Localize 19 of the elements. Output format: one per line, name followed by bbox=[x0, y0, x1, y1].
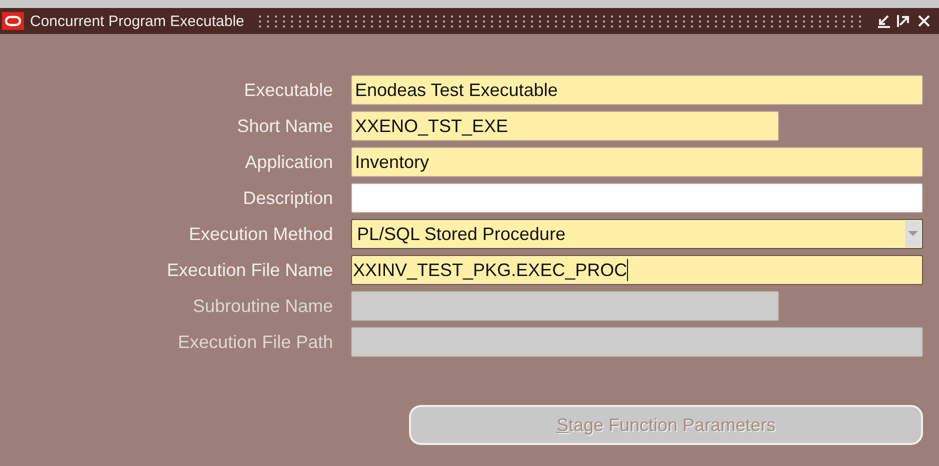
field-label: Subroutine Name bbox=[192, 295, 333, 318]
text-field[interactable] bbox=[351, 183, 923, 213]
text-field[interactable]: XXINV_TEST_PKG.EXEC_PROC bbox=[351, 255, 923, 285]
field-label: Execution File Name bbox=[166, 259, 333, 282]
oracle-logo-icon bbox=[2, 12, 24, 30]
maximize-icon[interactable] bbox=[897, 14, 911, 28]
field-label: Execution File Path bbox=[176, 331, 333, 354]
text-field[interactable]: Enodeas Test Executable bbox=[351, 75, 923, 105]
dropdown-field[interactable]: PL/SQL Stored Procedure bbox=[351, 219, 923, 249]
text-field[interactable]: Inventory bbox=[351, 147, 923, 177]
field-label: Application bbox=[244, 151, 333, 174]
close-icon[interactable] bbox=[917, 14, 931, 28]
window-title: Concurrent Program Executable bbox=[30, 12, 244, 30]
field-label: Short Name bbox=[236, 115, 333, 138]
minimize-icon[interactable] bbox=[877, 14, 891, 28]
text-field[interactable]: XXENO_TST_EXE bbox=[351, 111, 779, 141]
field-label: Execution Method bbox=[188, 223, 333, 246]
field-label: Executable bbox=[242, 79, 333, 102]
field-label: Description bbox=[242, 187, 333, 210]
